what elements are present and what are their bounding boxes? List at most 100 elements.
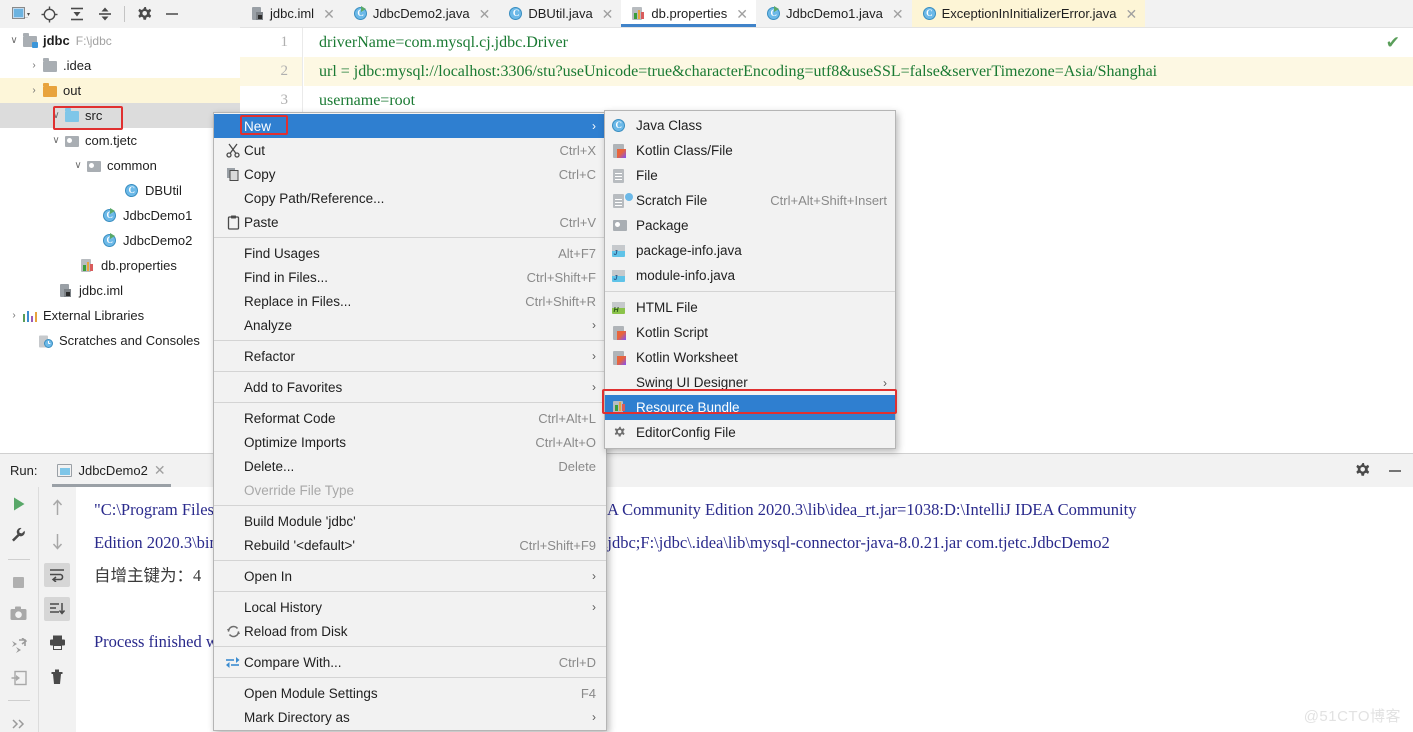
expand-all-icon[interactable] bbox=[64, 2, 90, 26]
tab-exceptionininitializererror-java[interactable]: C ExceptionInInitializerError.java ✕ bbox=[911, 0, 1146, 27]
tab-db-properties[interactable]: db.properties ✕ bbox=[621, 0, 757, 27]
soft-wrap-icon[interactable] bbox=[44, 563, 70, 587]
export-icon[interactable] bbox=[6, 669, 32, 687]
more-icon[interactable] bbox=[6, 715, 32, 732]
tab-jdbcdemo1-java[interactable]: C JdbcDemo1.java ✕ bbox=[756, 0, 912, 27]
menu-item-mark-directory-as[interactable]: Mark Directory as › bbox=[214, 705, 606, 729]
tree-item-common[interactable]: ∨ common bbox=[0, 153, 240, 178]
project-tree[interactable]: ∨ jdbc F:\jdbc › .idea › out ∨ src ∨ com… bbox=[0, 28, 240, 453]
submenu-item-html-file[interactable]: H HTML File bbox=[605, 295, 895, 320]
chevron-right-icon[interactable]: › bbox=[26, 60, 42, 71]
submenu-item-resource-bundle[interactable]: Resource Bundle bbox=[605, 395, 895, 420]
chevron-down-icon[interactable]: ∨ bbox=[70, 160, 86, 171]
tab-dbutil-java[interactable]: C DBUtil.java ✕ bbox=[498, 0, 621, 27]
tree-item-jdbc[interactable]: ∨ jdbc F:\jdbc bbox=[0, 28, 240, 53]
submenu-item-scratch-file[interactable]: Scratch File Ctrl+Alt+Shift+Insert bbox=[605, 188, 895, 213]
menu-item-find-in-files[interactable]: Find in Files... Ctrl+Shift+F bbox=[214, 265, 606, 289]
tab-close-icon[interactable]: ✕ bbox=[892, 7, 904, 21]
rerun-icon[interactable] bbox=[6, 495, 32, 513]
java-class-icon: C bbox=[124, 183, 141, 199]
chevron-down-icon[interactable]: ∨ bbox=[6, 35, 22, 46]
tree-item-db-properties[interactable]: db.properties bbox=[0, 253, 240, 278]
menu-item-compare-with[interactable]: Compare With... Ctrl+D bbox=[214, 650, 606, 674]
menu-item-optimize-imports[interactable]: Optimize Imports Ctrl+Alt+O bbox=[214, 430, 606, 454]
menu-item-replace-in-files[interactable]: Replace in Files... Ctrl+Shift+R bbox=[214, 289, 606, 313]
print-icon[interactable] bbox=[44, 631, 70, 655]
tab-close-icon[interactable]: ✕ bbox=[736, 7, 748, 21]
menu-item-open-module-settings[interactable]: Open Module Settings F4 bbox=[214, 681, 606, 705]
locate-icon[interactable] bbox=[36, 2, 62, 26]
menu-item-delete[interactable]: Delete... Delete bbox=[214, 454, 606, 478]
menu-item-find-usages[interactable]: Find Usages Alt+F7 bbox=[214, 241, 606, 265]
menu-item-rebuild[interactable]: Rebuild '<default>' Ctrl+Shift+F9 bbox=[214, 533, 606, 557]
wrench-icon[interactable] bbox=[6, 527, 32, 545]
submenu-item-kotlin-script[interactable]: Kotlin Script bbox=[605, 320, 895, 345]
menu-item-copy[interactable]: Copy Ctrl+C bbox=[214, 162, 606, 186]
menu-item-label: Local History bbox=[244, 599, 323, 615]
menu-item-new[interactable]: New › bbox=[214, 114, 606, 138]
idea-window: .. jdbc.iml ✕ C JdbcDemo2.java ✕ C DBUti… bbox=[0, 0, 1413, 732]
menu-item-local-history[interactable]: Local History › bbox=[214, 595, 606, 619]
menu-item-copy-path-reference[interactable]: Copy Path/Reference... bbox=[214, 186, 606, 210]
project-view-icon[interactable]: .. bbox=[8, 2, 34, 26]
tree-item-jdbcdemo1[interactable]: C JdbcDemo1 bbox=[0, 203, 240, 228]
tab-close-icon[interactable]: ✕ bbox=[479, 7, 491, 21]
new-submenu[interactable]: C Java Class Kotlin Class/File File Scra… bbox=[604, 110, 896, 449]
menu-item-analyze[interactable]: Analyze › bbox=[214, 313, 606, 337]
tab-close-icon[interactable]: ✕ bbox=[602, 7, 614, 21]
debug-icon[interactable] bbox=[6, 637, 32, 655]
tree-item-dbutil[interactable]: C DBUtil bbox=[0, 178, 240, 203]
submenu-item-file[interactable]: File bbox=[605, 163, 895, 188]
camera-icon[interactable] bbox=[6, 605, 32, 623]
tree-item-out[interactable]: › out bbox=[0, 78, 240, 103]
gear-icon[interactable] bbox=[131, 2, 157, 26]
menu-item-reload-from-disk[interactable]: Reload from Disk bbox=[214, 619, 606, 643]
menu-item-cut[interactable]: Cut Ctrl+X bbox=[214, 138, 606, 162]
menu-item-refactor[interactable]: Refactor › bbox=[214, 344, 606, 368]
submenu-item-editorconfig-file[interactable]: EditorConfig File bbox=[605, 420, 895, 445]
tree-item-jdbcdemo2[interactable]: C JdbcDemo2 bbox=[0, 228, 240, 253]
tree-item-scratches[interactable]: Scratches and Consoles bbox=[0, 328, 240, 353]
chevron-down-icon[interactable]: ∨ bbox=[48, 110, 64, 121]
scroll-down-icon[interactable] bbox=[44, 529, 70, 553]
tree-item-idea[interactable]: › .idea bbox=[0, 53, 240, 78]
stop-icon[interactable] bbox=[6, 573, 32, 591]
menu-item-reformat-code[interactable]: Reformat Code Ctrl+Alt+L bbox=[214, 406, 606, 430]
tree-item-label: db.properties bbox=[101, 258, 177, 273]
tab-close-icon[interactable]: ✕ bbox=[1125, 7, 1137, 21]
submenu-item-kotlin-worksheet[interactable]: Kotlin Worksheet bbox=[605, 345, 895, 370]
tree-item-label: Scratches and Consoles bbox=[59, 333, 200, 348]
menu-item-build-module[interactable]: Build Module 'jdbc' bbox=[214, 509, 606, 533]
tree-item-com-tjetc[interactable]: ∨ com.tjetc bbox=[0, 128, 240, 153]
tab-close-icon[interactable]: ✕ bbox=[323, 7, 335, 21]
clear-all-icon[interactable] bbox=[44, 665, 70, 689]
submenu-item-package[interactable]: Package bbox=[605, 213, 895, 238]
hide-panel-icon[interactable] bbox=[1387, 463, 1403, 479]
menu-item-add-to-favorites[interactable]: Add to Favorites › bbox=[214, 375, 606, 399]
run-tab-close-icon[interactable]: ✕ bbox=[154, 462, 166, 479]
collapse-all-icon[interactable] bbox=[92, 2, 118, 26]
submenu-item-kotlin-class-file[interactable]: Kotlin Class/File bbox=[605, 138, 895, 163]
chevron-right-icon[interactable]: › bbox=[26, 85, 42, 96]
submenu-item-java-class[interactable]: C Java Class bbox=[605, 113, 895, 138]
submenu-item-swing-ui-designer[interactable]: Swing UI Designer › bbox=[605, 370, 895, 395]
scroll-to-end-icon[interactable] bbox=[44, 597, 70, 621]
tree-item-src[interactable]: ∨ src bbox=[0, 103, 240, 128]
tab-jdbcdemo2-java[interactable]: C JdbcDemo2.java ✕ bbox=[343, 0, 499, 27]
submenu-item-package-info-java[interactable]: J package-info.java bbox=[605, 238, 895, 263]
scroll-up-icon[interactable] bbox=[44, 495, 70, 519]
chevron-right-icon[interactable]: › bbox=[6, 310, 22, 321]
tree-item-external-libraries[interactable]: › External Libraries bbox=[0, 303, 240, 328]
menu-item-label: Reformat Code bbox=[244, 410, 336, 426]
menu-item-open-in[interactable]: Open In › bbox=[214, 564, 606, 588]
context-menu[interactable]: New › Cut Ctrl+X Copy Ctrl+C Copy Path/R… bbox=[213, 112, 607, 731]
gear-icon[interactable] bbox=[1354, 462, 1371, 479]
run-tab-jdbcdemo2[interactable]: JdbcDemo2 ✕ bbox=[49, 455, 173, 487]
chevron-down-icon[interactable]: ∨ bbox=[48, 135, 64, 146]
hide-panel-icon[interactable] bbox=[159, 2, 185, 26]
inspection-status-icon[interactable]: ✔ bbox=[1386, 34, 1400, 51]
menu-item-paste[interactable]: Paste Ctrl+V bbox=[214, 210, 606, 234]
tree-item-jdbc-iml[interactable]: jdbc.iml bbox=[0, 278, 240, 303]
tab-jdbc-iml[interactable]: jdbc.iml ✕ bbox=[240, 0, 343, 27]
submenu-item-module-info-java[interactable]: J module-info.java bbox=[605, 263, 895, 288]
